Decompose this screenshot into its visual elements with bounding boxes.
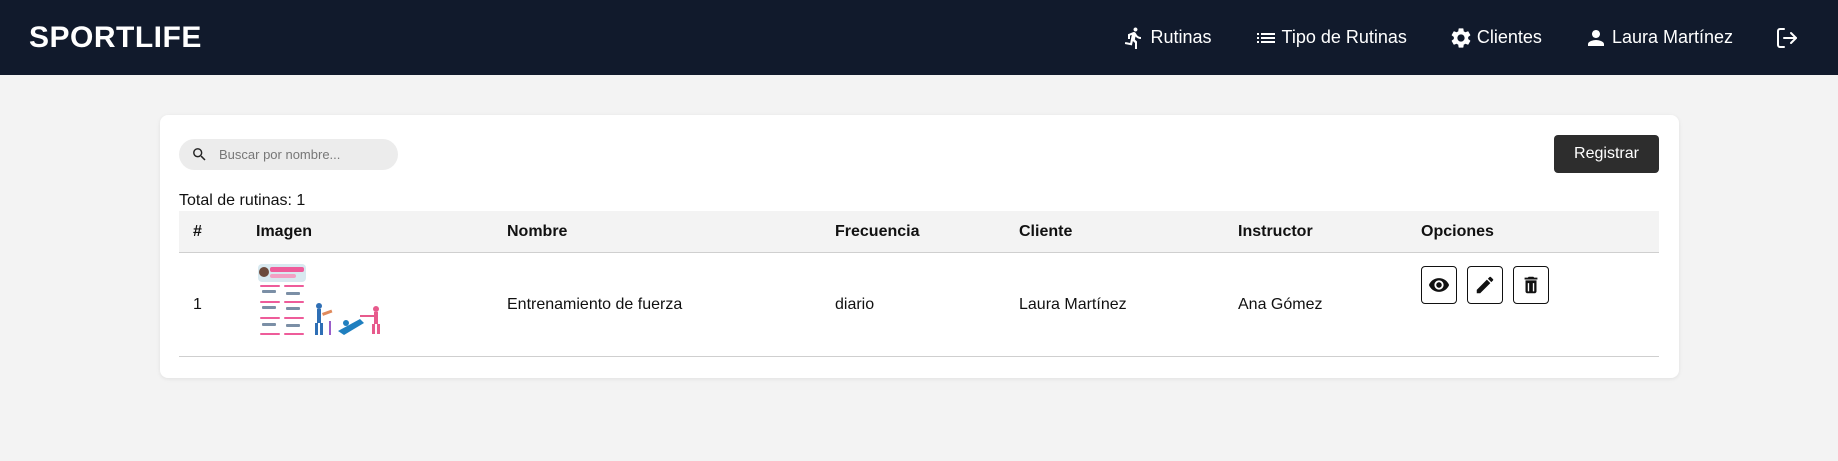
routines-table: # Imagen Nombre Frecuencia Cliente Instr…	[179, 211, 1659, 357]
search-input[interactable]	[219, 147, 389, 162]
table-row: 1 Entrenamiento de fuerza diario Laura M…	[179, 253, 1659, 357]
gear-icon	[1451, 27, 1471, 48]
routines-card: Registrar Total de rutinas: 1 # Imagen N…	[160, 115, 1679, 378]
header-cliente: Cliente	[1019, 222, 1073, 240]
nav-rutinas-label: Rutinas	[1150, 27, 1212, 47]
header-frecuencia: Frecuencia	[835, 222, 920, 240]
header-instructor: Instructor	[1238, 222, 1313, 240]
header-opciones: Opciones	[1421, 222, 1494, 240]
header-number: #	[193, 222, 202, 240]
routine-thumbnail	[258, 264, 380, 335]
delete-button[interactable]	[1513, 266, 1549, 304]
row-number: 1	[193, 295, 202, 313]
edit-button[interactable]	[1467, 266, 1503, 304]
nav-clientes-label: Clientes	[1476, 27, 1542, 47]
nav-clientes[interactable]: Clientes	[1449, 26, 1542, 50]
delete-icon	[1524, 276, 1538, 294]
search-icon	[193, 148, 206, 161]
nav-user-label: Laura Martínez	[1611, 27, 1733, 47]
view-icon	[1428, 278, 1450, 292]
logout-button[interactable]	[1775, 26, 1799, 50]
edit-icon	[1476, 276, 1494, 294]
running-icon	[1125, 26, 1142, 49]
logout-icon	[1777, 27, 1797, 48]
view-button[interactable]	[1421, 266, 1457, 304]
user-icon	[1587, 29, 1604, 46]
row-cliente: Laura Martínez	[1019, 295, 1127, 313]
row-instructor: Ana Gómez	[1238, 295, 1323, 313]
row-nombre: Entrenamiento de fuerza	[507, 295, 683, 313]
brand-logo[interactable]: SPORTLIFE	[29, 21, 202, 55]
register-button[interactable]: Registrar	[1554, 135, 1659, 173]
nav-tipo-rutinas[interactable]: Tipo de Rutinas	[1254, 26, 1407, 50]
header-nombre: Nombre	[507, 222, 568, 240]
main-nav: Rutinas Tipo de Rutinas Clientes Laura M…	[1080, 0, 1809, 75]
list-icon	[1256, 32, 1275, 43]
nav-tipo-rutinas-label: Tipo de Rutinas	[1281, 27, 1407, 47]
row-options	[1421, 253, 1659, 304]
nav-user-profile[interactable]: Laura Martínez	[1584, 26, 1733, 50]
total-routines: Total de rutinas: 1	[179, 192, 306, 209]
table-header: # Imagen Nombre Frecuencia Cliente Instr…	[179, 211, 1659, 253]
nav-rutinas[interactable]: Rutinas	[1122, 26, 1212, 50]
row-frecuencia: diario	[835, 295, 875, 313]
header-imagen: Imagen	[256, 222, 313, 240]
navbar: SPORTLIFE Rutinas Tipo de Rutinas Client…	[0, 0, 1838, 75]
search-bar[interactable]	[179, 139, 398, 170]
